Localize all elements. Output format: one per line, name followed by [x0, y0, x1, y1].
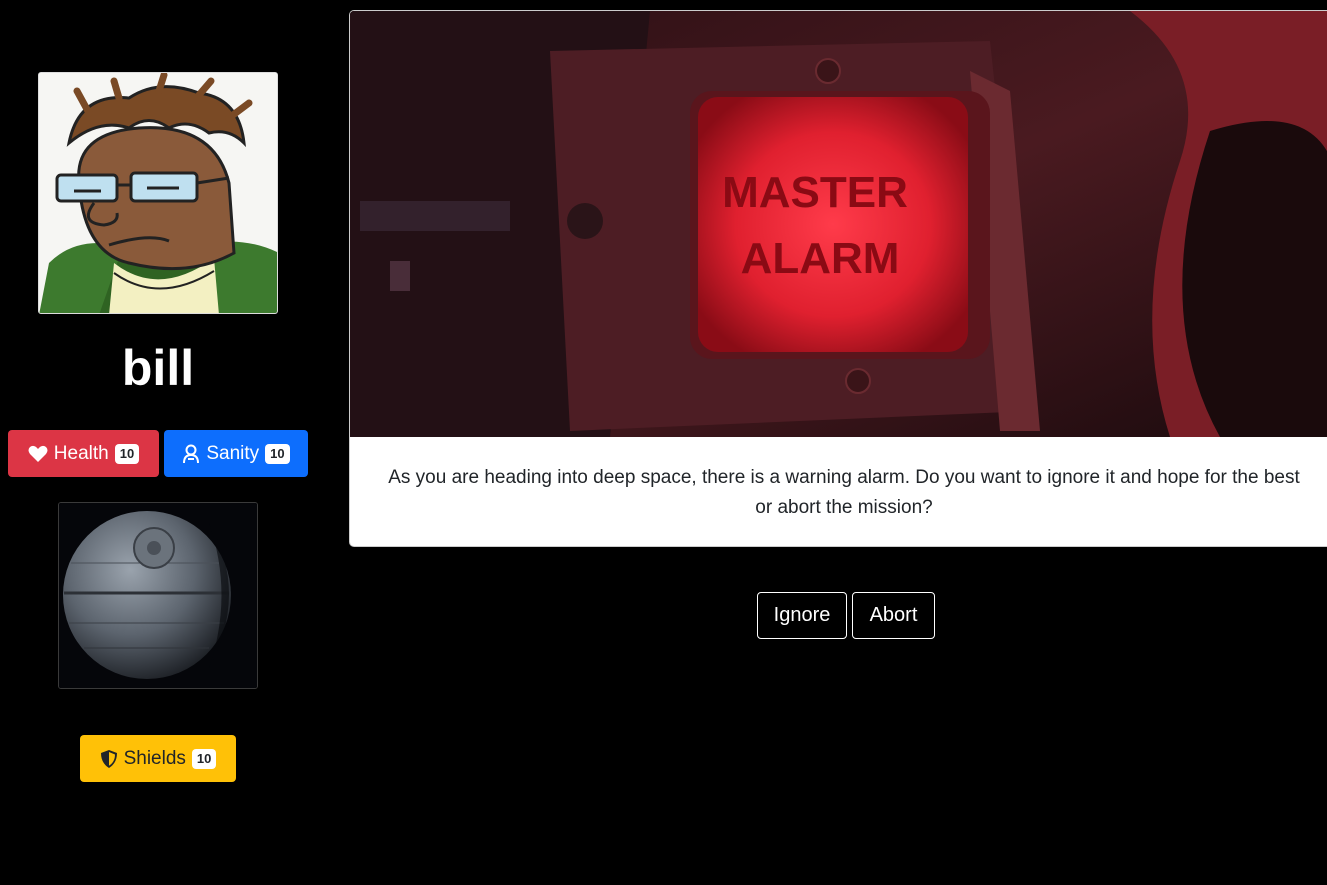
master-alarm-scene: MASTER ALARM [350, 11, 1327, 437]
abort-button[interactable]: Abort [852, 592, 935, 639]
health-value-badge: 10 [114, 443, 140, 464]
shields-label: Shields [123, 747, 186, 769]
player-name: bill [121, 340, 195, 396]
health-label: Health [53, 442, 109, 464]
alarm-label-line1: MASTER [722, 168, 908, 217]
event-scene-image: MASTER ALARM [350, 11, 1327, 437]
person-badge-icon [182, 444, 200, 464]
event-card: MASTER ALARM As you are heading into dee… [349, 10, 1327, 547]
game-screen: bill Health 10 Sanity 10 Shields 10 MAST… [0, 0, 1327, 885]
event-description: As you are heading into deep space, ther… [388, 467, 1300, 518]
sanity-button[interactable]: Sanity 10 [164, 430, 308, 477]
ship-image [58, 502, 258, 689]
health-button[interactable]: Health 10 [8, 430, 159, 477]
player-avatar [38, 72, 278, 314]
shields-value-badge: 10 [191, 748, 217, 769]
ignore-button[interactable]: Ignore [757, 592, 847, 639]
death-star-icon [59, 503, 257, 688]
shield-icon [100, 749, 118, 769]
sanity-value-badge: 10 [265, 443, 290, 464]
alarm-label-line2: ALARM [741, 234, 900, 283]
sanity-label: Sanity [206, 442, 260, 464]
heart-icon [28, 445, 48, 463]
cartoon-character-avatar-icon [39, 73, 277, 313]
shields-button[interactable]: Shields 10 [80, 735, 236, 782]
